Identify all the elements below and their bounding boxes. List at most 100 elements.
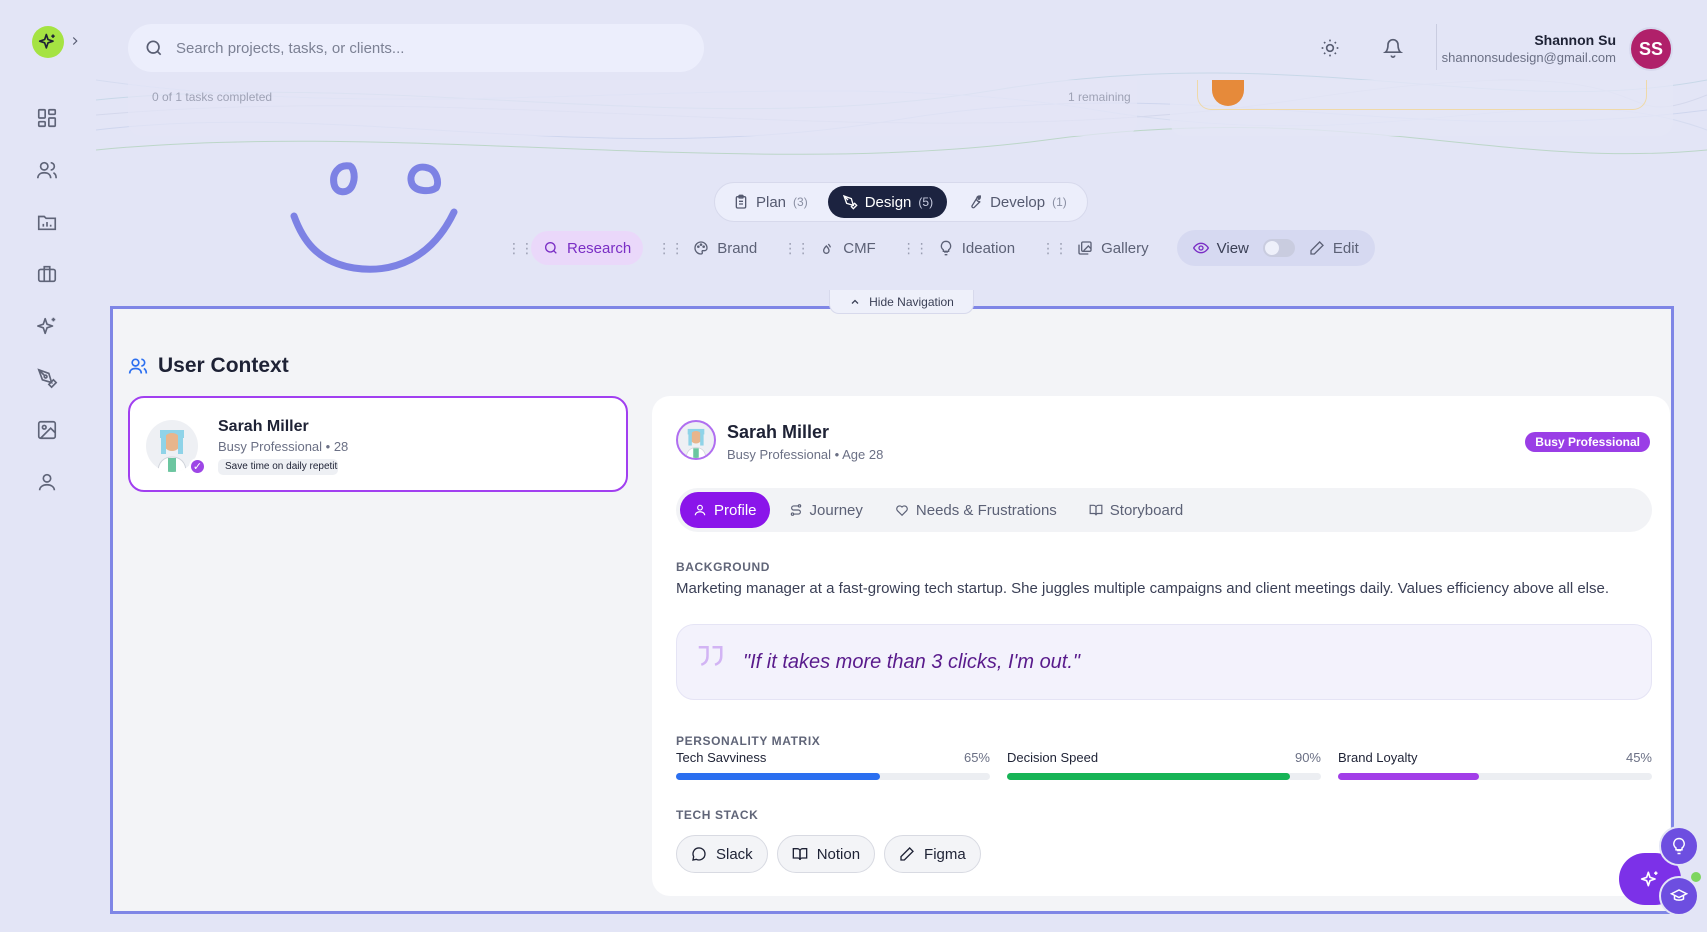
persona-goal-tag: Save time on daily repetitive tasks xyxy=(218,459,338,475)
search-input[interactable] xyxy=(176,39,656,57)
design-subtabs: ⋮⋮ Research ⋮⋮ Brand ⋮⋮ CMF ⋮⋮ Ideation … xyxy=(493,230,1375,266)
book-open-icon xyxy=(1089,504,1103,516)
users-icon[interactable] xyxy=(36,159,58,181)
drag-handle-icon[interactable]: ⋮⋮ xyxy=(507,240,534,257)
tech-stack-list: Slack Notion Figma xyxy=(676,835,981,873)
lightbulb-icon xyxy=(1673,837,1685,855)
sidebar xyxy=(0,0,96,932)
tab-profile-label: Profile xyxy=(714,501,757,519)
metric-percent: 90% xyxy=(1294,750,1321,765)
heart-icon xyxy=(896,505,908,517)
sun-icon[interactable] xyxy=(1320,38,1340,58)
metric-fill xyxy=(676,773,881,780)
view-label[interactable]: View xyxy=(1217,240,1249,257)
ideas-button[interactable] xyxy=(1659,826,1699,866)
edit-label[interactable]: Edit xyxy=(1333,240,1359,257)
search-bar[interactable] xyxy=(128,24,704,72)
detail-avatar xyxy=(676,420,716,460)
progress-card xyxy=(128,80,1137,136)
persona-type-badge: Busy Professional xyxy=(1525,432,1650,452)
book-open-icon xyxy=(792,848,808,861)
graduation-cap-icon xyxy=(1670,889,1688,901)
subtab-brand-label: Brand xyxy=(717,239,758,257)
users-icon xyxy=(128,358,148,374)
personality-matrix-label: PERSONALITY MATRIX xyxy=(676,734,821,748)
section-title-text: User Context xyxy=(158,354,289,377)
subtab-ideation[interactable]: Ideation xyxy=(926,231,1027,265)
metric-fill xyxy=(1007,773,1290,780)
learn-button[interactable] xyxy=(1659,876,1699,916)
metric-percent: 65% xyxy=(963,750,990,765)
persona-card[interactable]: ✓ Sarah Miller Busy Professional • 28 Sa… xyxy=(128,396,628,492)
subtab-gallery-label: Gallery xyxy=(1101,239,1149,257)
tab-develop-count: (1) xyxy=(1052,195,1067,209)
tech-chip-label: Notion xyxy=(816,845,861,863)
briefcase-icon[interactable] xyxy=(36,263,58,285)
subtab-gallery[interactable]: Gallery xyxy=(1065,231,1161,265)
folder-chart-icon[interactable] xyxy=(36,211,58,233)
tab-needs-label: Needs & Frustrations xyxy=(915,501,1057,519)
tasks-completed-text: 0 of 1 tasks completed xyxy=(152,90,273,104)
hide-navigation-button[interactable]: Hide Navigation xyxy=(829,290,974,314)
tasks-remaining-text: 1 remaining xyxy=(1068,90,1131,104)
metric-name: Tech Savviness xyxy=(676,750,767,765)
drag-handle-icon[interactable]: ⋮⋮ xyxy=(657,240,684,257)
drag-handle-icon[interactable]: ⋮⋮ xyxy=(783,240,810,257)
tech-chip-figma[interactable]: Figma xyxy=(884,835,981,873)
tech-chip-label: Slack xyxy=(716,845,753,863)
phase-tabs: Plan (3) Design (5) Develop (1) xyxy=(714,182,1088,222)
subtab-cmf[interactable]: CMF xyxy=(807,231,888,265)
tab-profile[interactable]: Profile xyxy=(680,492,770,528)
quote-icon xyxy=(698,646,723,666)
droplets-icon xyxy=(823,243,832,254)
user-name: Shannon Su xyxy=(1534,32,1616,48)
tab-develop[interactable]: Develop (1) xyxy=(953,186,1081,218)
metric-percent: 45% xyxy=(1625,750,1652,765)
subtab-cmf-label: CMF xyxy=(843,239,876,257)
subtab-brand[interactable]: Brand xyxy=(681,231,769,265)
tab-plan-label: Plan xyxy=(756,193,787,211)
wrench-icon xyxy=(971,195,982,209)
subtab-research[interactable]: Research xyxy=(531,231,644,265)
dashboard-icon[interactable] xyxy=(36,107,58,129)
tab-journey-label: Journey xyxy=(809,501,863,519)
detail-name: Sarah Miller xyxy=(727,422,830,442)
subtab-ideation-label: Ideation xyxy=(961,239,1016,257)
tab-design[interactable]: Design (5) xyxy=(827,186,948,218)
tab-storyboard-label: Storyboard xyxy=(1109,501,1184,519)
metric-name: Decision Speed xyxy=(1007,750,1099,765)
metric-track xyxy=(676,773,990,780)
drag-handle-icon[interactable]: ⋮⋮ xyxy=(1041,240,1068,257)
edit-mode-toggle[interactable] xyxy=(1262,239,1295,257)
tech-chip-slack[interactable]: Slack xyxy=(676,835,768,873)
tab-needs-frustrations[interactable]: Needs & Frustrations xyxy=(882,492,1070,528)
message-circle-icon xyxy=(692,847,706,861)
logo-button[interactable] xyxy=(32,26,64,58)
detail-tabs: Profile Journey Needs & Frustrations Sto… xyxy=(676,488,1652,532)
image-icon[interactable] xyxy=(36,419,58,441)
background-text: Marketing manager at a fast-growing tech… xyxy=(676,580,1610,597)
palette-icon xyxy=(694,241,708,255)
pen-tool-icon[interactable] xyxy=(36,367,58,389)
user-avatar[interactable]: SS xyxy=(1629,27,1673,71)
tab-storyboard[interactable]: Storyboard xyxy=(1076,492,1196,528)
tab-design-count: (5) xyxy=(918,195,934,209)
sparkles-icon[interactable] xyxy=(36,315,58,337)
detail-subtitle: Busy Professional • Age 28 xyxy=(727,447,884,462)
bell-icon[interactable] xyxy=(1383,38,1403,58)
persona-subtitle: Busy Professional • 28 xyxy=(218,439,349,454)
gallery-icon xyxy=(1078,241,1092,255)
persona-detail-card: Sarah Miller Busy Professional • Age 28 … xyxy=(652,396,1670,896)
tech-chip-notion[interactable]: Notion xyxy=(776,835,876,873)
metric-fill xyxy=(1338,773,1480,780)
user-icon[interactable] xyxy=(36,471,58,493)
selected-check-icon: ✓ xyxy=(189,458,206,475)
tab-journey[interactable]: Journey xyxy=(776,492,876,528)
tab-plan[interactable]: Plan (3) xyxy=(719,186,822,218)
status-bar xyxy=(1197,80,1647,110)
chevron-right-icon[interactable] xyxy=(68,32,82,50)
eye-icon xyxy=(1192,242,1209,254)
view-edit-switch: View Edit xyxy=(1176,230,1375,266)
drag-handle-icon[interactable]: ⋮⋮ xyxy=(902,240,929,257)
smiley-annotation xyxy=(290,162,458,273)
